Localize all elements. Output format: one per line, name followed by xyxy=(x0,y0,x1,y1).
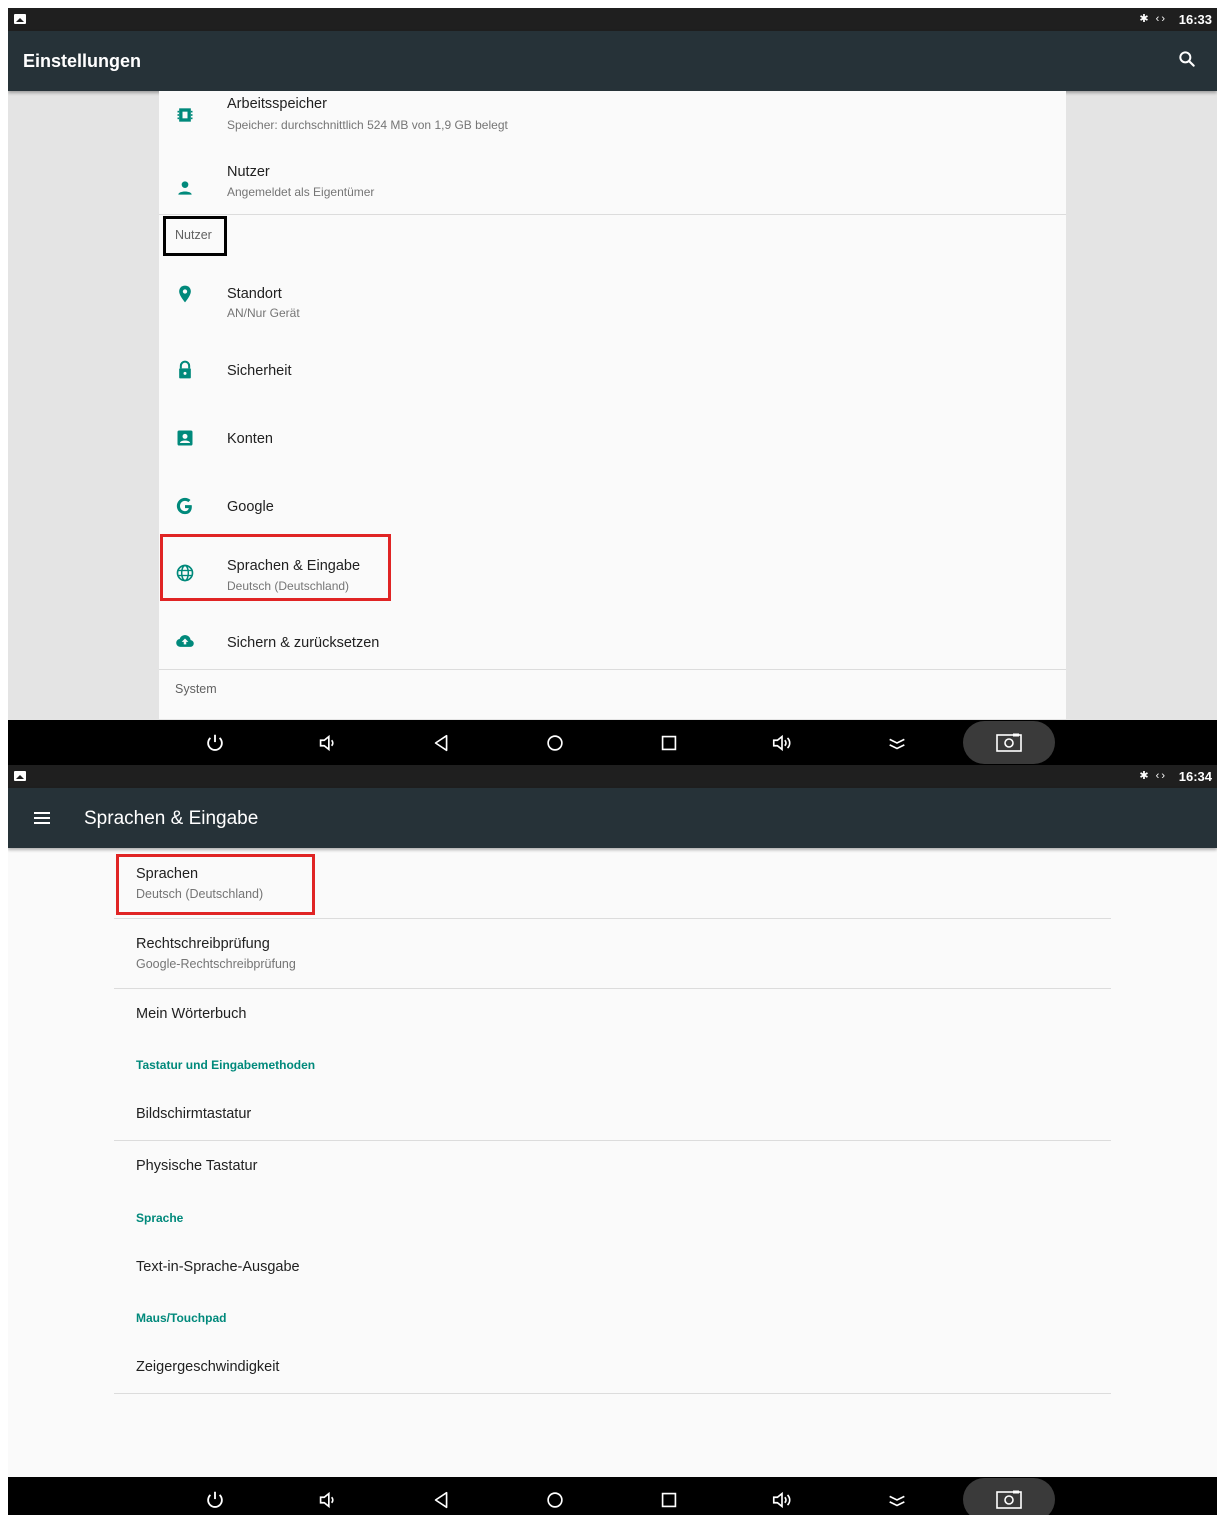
settings-item-label: Standort xyxy=(227,286,282,302)
section-divider xyxy=(159,669,1066,670)
back-icon[interactable] xyxy=(431,1489,453,1511)
volume-down-icon[interactable] xyxy=(316,732,338,754)
navigation-bar xyxy=(8,1477,1217,1515)
screenshot-button[interactable] xyxy=(963,1478,1055,1515)
home-icon[interactable] xyxy=(544,1489,566,1511)
power-icon[interactable] xyxy=(204,732,226,754)
app-bar: Einstellungen xyxy=(8,31,1217,91)
memory-icon xyxy=(177,108,193,122)
settings-item-summary: AN/Nur Gerät xyxy=(227,306,300,320)
settings-screen: ✱ ‹› 16:33 Einstellungen Arbeitsspeicher… xyxy=(8,8,1217,765)
setting-label: Physische Tastatur xyxy=(136,1158,258,1174)
volume-up-icon[interactable] xyxy=(771,1489,793,1511)
screenshot-icon xyxy=(996,733,1022,752)
collapse-icon[interactable] xyxy=(886,1489,908,1511)
bluetooth-data-icons: ✱ ‹› xyxy=(1139,770,1167,782)
page-title: Sprachen & Eingabe xyxy=(84,808,259,829)
settings-item-summary: Angemeldet als Eigentümer xyxy=(227,185,375,199)
setting-label: Bildschirmtastatur xyxy=(136,1106,252,1122)
category-header-speech: Sprache xyxy=(136,1211,184,1225)
settings-item-memory[interactable]: Arbeitsspeicher Speicher: durchschnittli… xyxy=(159,91,1066,157)
category-header-mouse: Maus/Touchpad xyxy=(136,1311,227,1325)
settings-item-label: Nutzer xyxy=(227,164,270,180)
person-icon xyxy=(178,181,192,195)
list-divider xyxy=(114,1393,1111,1394)
power-icon[interactable] xyxy=(204,1489,226,1511)
settings-item-label: Arbeitsspeicher xyxy=(227,96,327,112)
annotation-box-languages xyxy=(160,534,391,601)
collapse-icon[interactable] xyxy=(886,732,908,754)
annotation-box-nutzer xyxy=(163,216,227,256)
settings-item-summary: Speicher: durchschnittlich 524 MB von 1,… xyxy=(227,118,508,132)
setting-label: Text-in-Sprache-Ausgabe xyxy=(136,1259,300,1275)
list-divider xyxy=(114,1140,1111,1141)
bluetooth-data-icons: ✱ ‹› xyxy=(1139,13,1167,25)
settings-item-security[interactable]: Sicherheit xyxy=(159,335,1066,403)
screenshot-button[interactable] xyxy=(963,721,1055,764)
setting-label: Rechtschreibprüfung xyxy=(136,936,270,952)
screenshot-icon xyxy=(996,1490,1022,1509)
list-divider xyxy=(114,988,1111,989)
settings-item-backup-reset[interactable]: Sichern & zurücksetzen xyxy=(159,607,1066,675)
volume-down-icon[interactable] xyxy=(316,1489,338,1511)
setting-summary: Google-Rechtschreibprüfung xyxy=(136,957,296,971)
settings-item-google[interactable]: Google xyxy=(159,471,1066,539)
navigation-bar xyxy=(8,720,1217,765)
status-bar: ✱ ‹› 16:34 xyxy=(8,765,1217,788)
setting-label: Zeigergeschwindigkeit xyxy=(136,1359,280,1375)
list-divider xyxy=(114,918,1111,919)
settings-item-label: Google xyxy=(227,499,274,515)
settings-item-accounts[interactable]: Konten xyxy=(159,403,1066,471)
status-clock: 16:33 xyxy=(1178,12,1212,27)
page-title: Einstellungen xyxy=(23,51,142,71)
account-box-icon xyxy=(177,430,193,446)
annotation-box-languages xyxy=(116,854,315,915)
section-divider xyxy=(159,214,1066,215)
search-icon[interactable] xyxy=(1177,49,1197,69)
settings-item-label: Konten xyxy=(227,431,273,447)
category-header-keyboard: Tastatur und Eingabemethoden xyxy=(136,1058,316,1072)
status-bar: ✱ ‹› 16:33 xyxy=(8,8,1217,31)
image-notification-icon xyxy=(14,771,26,781)
recents-icon[interactable] xyxy=(658,1489,680,1511)
setting-label: Mein Wörterbuch xyxy=(136,1006,247,1022)
cloud-upload-icon xyxy=(176,635,194,647)
volume-up-icon[interactable] xyxy=(771,732,793,754)
menu-icon[interactable] xyxy=(33,809,51,827)
home-icon[interactable] xyxy=(544,732,566,754)
settings-item-label: Sicherheit xyxy=(227,363,292,379)
languages-input-screen: ✱ ‹› 16:34 Sprachen & Eingabe Sprachen D… xyxy=(8,765,1217,1515)
settings-item-label: Sichern & zurücksetzen xyxy=(227,635,380,651)
settings-item-location[interactable]: Standort AN/Nur Gerät xyxy=(159,269,1066,335)
location-icon xyxy=(179,285,191,303)
settings-list: Arbeitsspeicher Speicher: durchschnittli… xyxy=(159,91,1066,719)
lock-icon xyxy=(179,360,191,379)
category-header-system: System xyxy=(175,682,217,696)
recents-icon[interactable] xyxy=(658,732,680,754)
image-notification-icon xyxy=(14,14,26,24)
google-icon xyxy=(176,497,192,515)
back-icon[interactable] xyxy=(431,732,453,754)
status-clock: 16:34 xyxy=(1178,769,1212,784)
app-bar: Sprachen & Eingabe xyxy=(8,788,1217,848)
